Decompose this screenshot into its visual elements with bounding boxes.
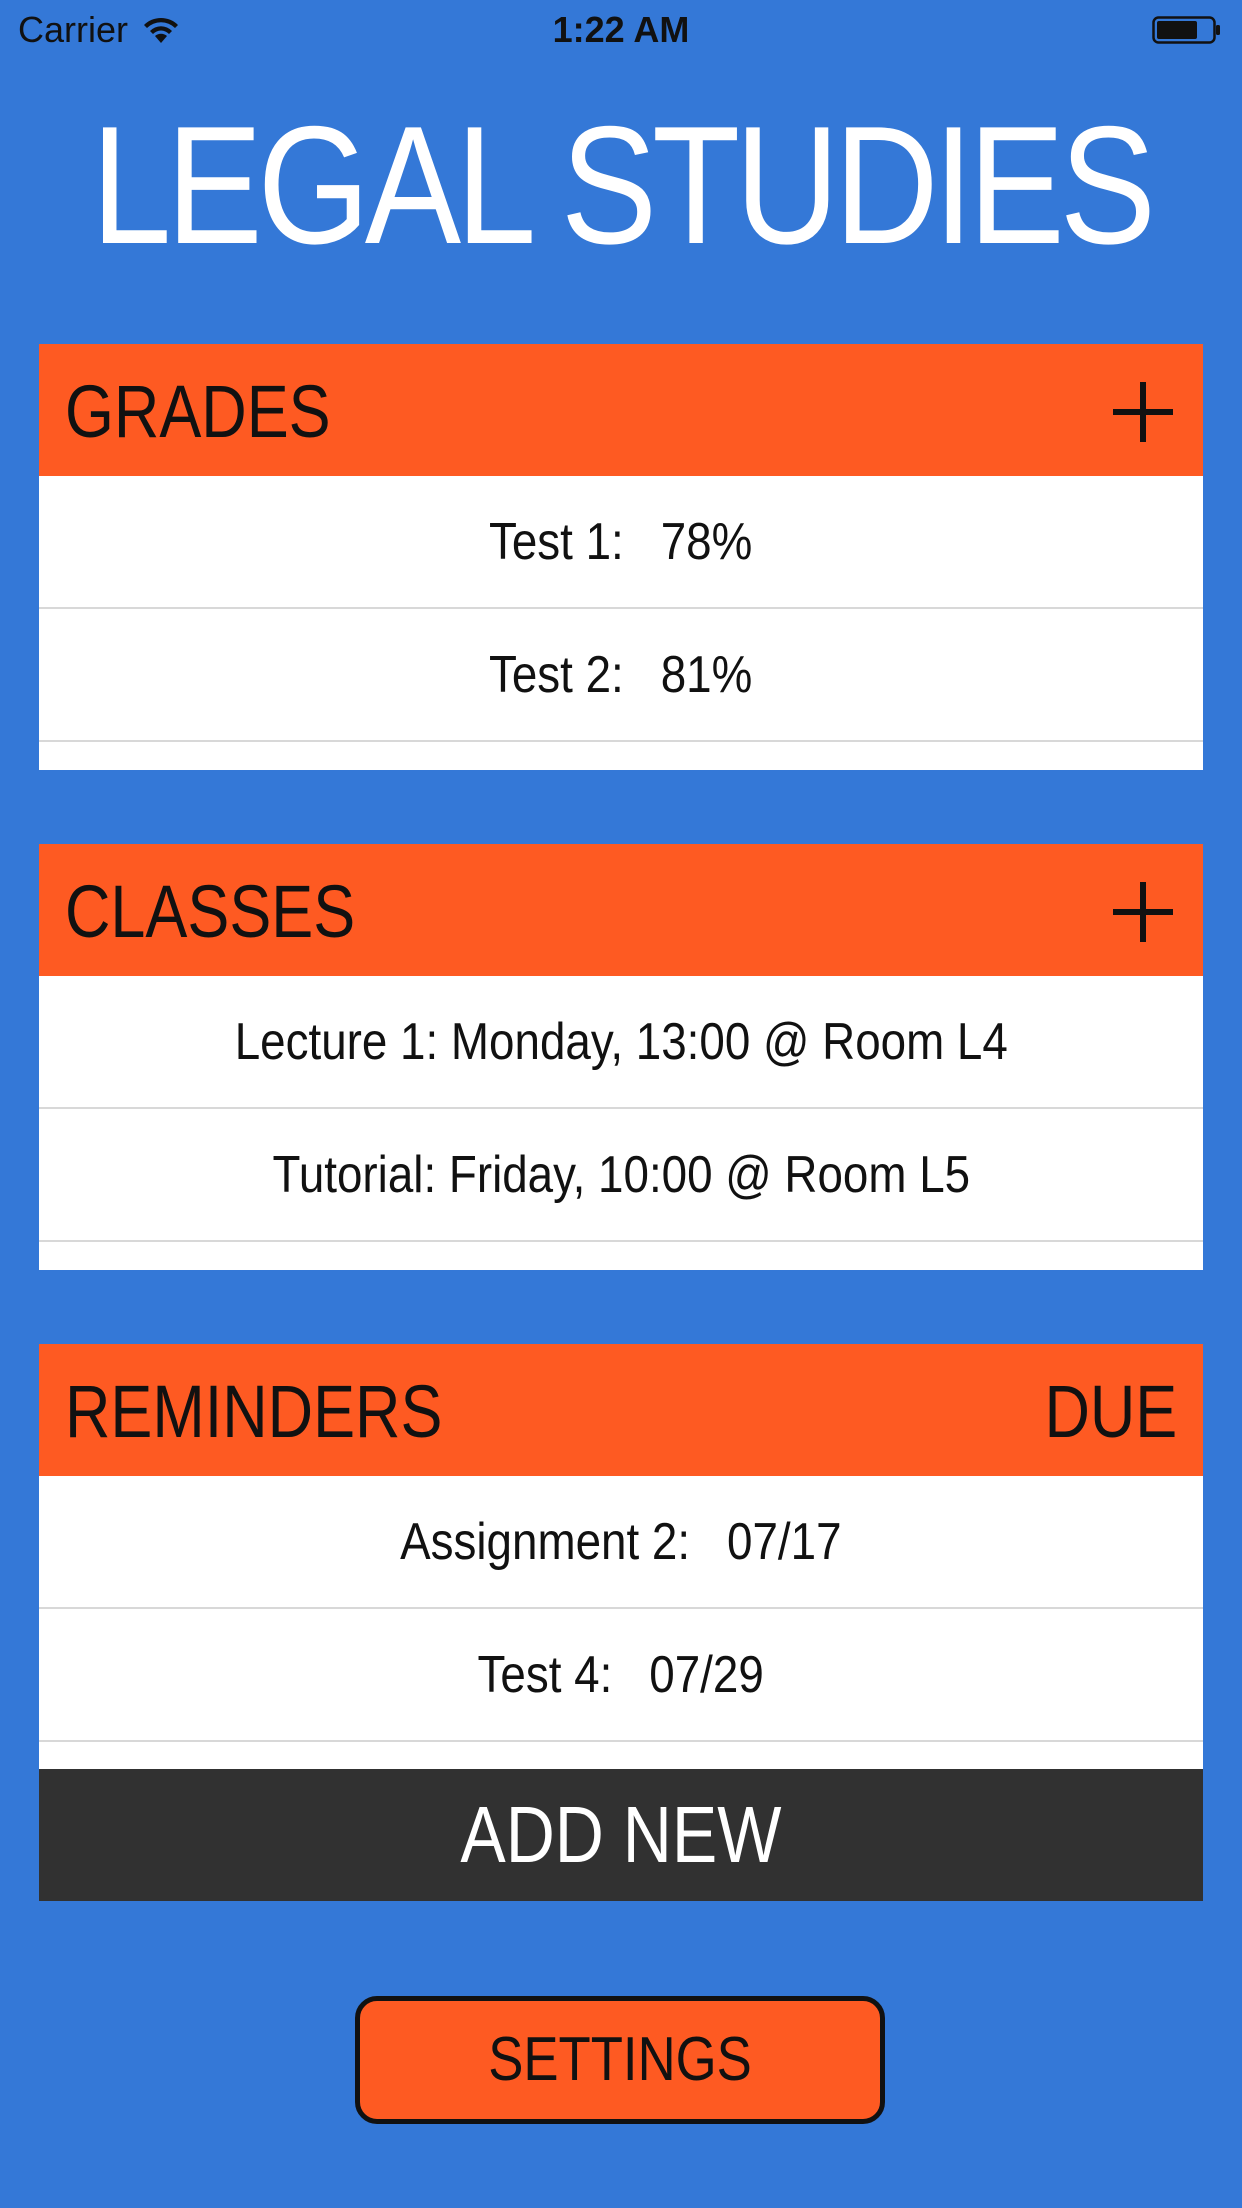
reminder-row[interactable]: Assignment 2: 07/17 (39, 1476, 1203, 1609)
reminder-due-date: 07/17 (727, 1512, 842, 1571)
settings-button[interactable]: SETTINGS (355, 1996, 885, 2124)
due-column-label: DUE (1044, 1370, 1177, 1453)
add-new-button[interactable]: ADD NEW (39, 1769, 1203, 1901)
status-time: 1:22 AM (552, 9, 690, 50)
settings-label: SETTINGS (488, 2025, 752, 2094)
reminder-label: Assignment 2: (400, 1512, 691, 1571)
grades-title: GRADES (65, 370, 331, 453)
reminders-section: REMINDERS DUE Assignment 2: 07/17 Test 4:… (39, 1344, 1203, 1770)
add-new-label: ADD NEW (460, 1790, 782, 1879)
reminder-label: Test 4: (477, 1645, 613, 1704)
class-row[interactable]: Lecture 1: Monday, 13:00 @ Room L4 (39, 976, 1203, 1109)
class-row[interactable]: Tutorial: Friday, 10:00 @ Room L5 (39, 1109, 1203, 1242)
grade-label: Test 1: (489, 512, 625, 571)
classes-header: CLASSES (39, 844, 1203, 976)
reminder-due-date: 07/29 (649, 1645, 765, 1704)
grade-value: 81% (661, 645, 753, 704)
grade-value: 78% (661, 512, 753, 571)
page-title: LEGAL STUDIES (91, 91, 1156, 279)
grades-section: GRADES Test 1: 78% Test 2: 81% (39, 344, 1203, 770)
battery-icon (1152, 16, 1220, 44)
grades-header: GRADES (39, 344, 1203, 476)
classes-section: CLASSES Lecture 1: Monday, 13:00 @ Room … (39, 844, 1203, 1270)
grade-row[interactable]: Test 1: 78% (39, 476, 1203, 609)
class-text: Lecture 1: Monday, 13:00 @ Room L4 (234, 1012, 1008, 1071)
reminders-title: REMINDERS (65, 1370, 443, 1453)
classes-title: CLASSES (65, 870, 356, 953)
reminder-row[interactable]: Test 4: 07/29 (39, 1609, 1203, 1742)
grade-row[interactable]: Test 2: 81% (39, 609, 1203, 742)
status-bar: Carrier 1:22 AM (0, 0, 1242, 60)
grade-label: Test 2: (489, 645, 625, 704)
add-grade-plus-icon[interactable] (1113, 382, 1173, 442)
class-text: Tutorial: Friday, 10:00 @ Room L5 (272, 1145, 970, 1204)
add-class-plus-icon[interactable] (1113, 882, 1173, 942)
reminders-header: REMINDERS DUE (39, 1344, 1203, 1476)
